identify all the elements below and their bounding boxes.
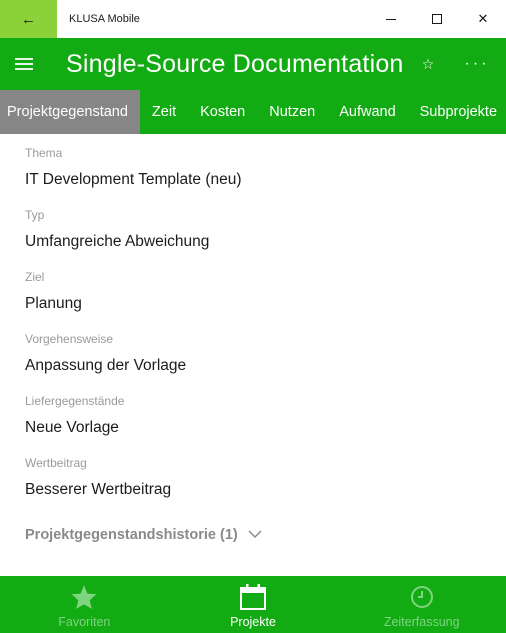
chevron-down-icon: [248, 527, 262, 543]
details-panel: Thema IT Development Template (neu) Typ …: [0, 134, 506, 576]
field-value-thema: IT Development Template (neu): [25, 171, 242, 188]
maximize-button[interactable]: [414, 0, 460, 38]
app-header: Single-Source Documentation ☆ ···: [0, 38, 506, 90]
maximize-icon: [432, 14, 442, 24]
bottom-navigation: Favoriten Projekte Zeiterfassung: [0, 576, 506, 633]
hamburger-icon: [15, 58, 33, 70]
minimize-icon: [386, 18, 396, 20]
field-label-liefergegenstaende: Liefergegenstände: [25, 394, 125, 408]
favorite-button[interactable]: ☆: [408, 56, 448, 73]
tab-zeit[interactable]: Zeit: [140, 90, 188, 134]
minimize-button[interactable]: [368, 0, 414, 38]
tab-projektgegenstand[interactable]: Projektgegenstand: [0, 90, 140, 134]
tab-bar: Projektgegenstand Zeit Kosten Nutzen Auf…: [0, 90, 506, 134]
field-label-ziel: Ziel: [25, 270, 45, 284]
back-button[interactable]: ←: [0, 0, 57, 38]
nav-favoriten[interactable]: Favoriten: [0, 576, 169, 633]
more-options-button[interactable]: ···: [448, 55, 506, 73]
field-value-typ: Umfangreiche Abweichung: [25, 233, 210, 250]
window-titlebar: ← KLUSA Mobile ✕: [0, 0, 506, 38]
star-icon: [70, 582, 98, 612]
field-value-liefergegenstaende: Neue Vorlage: [25, 419, 119, 436]
more-icon: ···: [464, 55, 490, 72]
tab-aufwand[interactable]: Aufwand: [327, 90, 407, 134]
close-icon: ✕: [477, 11, 489, 26]
tab-kosten[interactable]: Kosten: [188, 90, 257, 134]
tab-subprojekte[interactable]: Subprojekte: [408, 90, 506, 134]
calendar-icon: [239, 582, 267, 612]
clock-icon: [409, 582, 435, 612]
field-value-wertbeitrag: Besserer Wertbeitrag: [25, 481, 172, 498]
nav-label-favoriten: Favoriten: [58, 615, 111, 629]
field-label-typ: Typ: [25, 208, 45, 222]
nav-label-projekte: Projekte: [230, 615, 276, 629]
nav-projekte[interactable]: Projekte: [169, 576, 338, 633]
history-label: Projektgegenstandshistorie (1): [25, 527, 238, 543]
window-title: KLUSA Mobile: [69, 13, 140, 25]
field-label-thema: Thema: [25, 146, 63, 160]
field-label-wertbeitrag: Wertbeitrag: [25, 456, 87, 470]
nav-label-zeiterfassung: Zeiterfassung: [383, 615, 460, 629]
field-value-ziel: Planung: [25, 295, 82, 312]
nav-zeiterfassung[interactable]: Zeiterfassung: [337, 576, 506, 633]
back-arrow-icon: ←: [21, 10, 36, 28]
close-button[interactable]: ✕: [460, 0, 506, 38]
page-title: Single-Source Documentation: [66, 49, 404, 78]
tab-nutzen[interactable]: Nutzen: [257, 90, 327, 134]
field-label-vorgehensweise: Vorgehensweise: [25, 332, 114, 346]
field-value-vorgehensweise: Anpassung der Vorlage: [25, 357, 187, 374]
menu-button[interactable]: [0, 38, 48, 90]
star-outline-icon: ☆: [421, 55, 435, 72]
history-expander[interactable]: Projektgegenstandshistorie (1): [25, 527, 262, 543]
